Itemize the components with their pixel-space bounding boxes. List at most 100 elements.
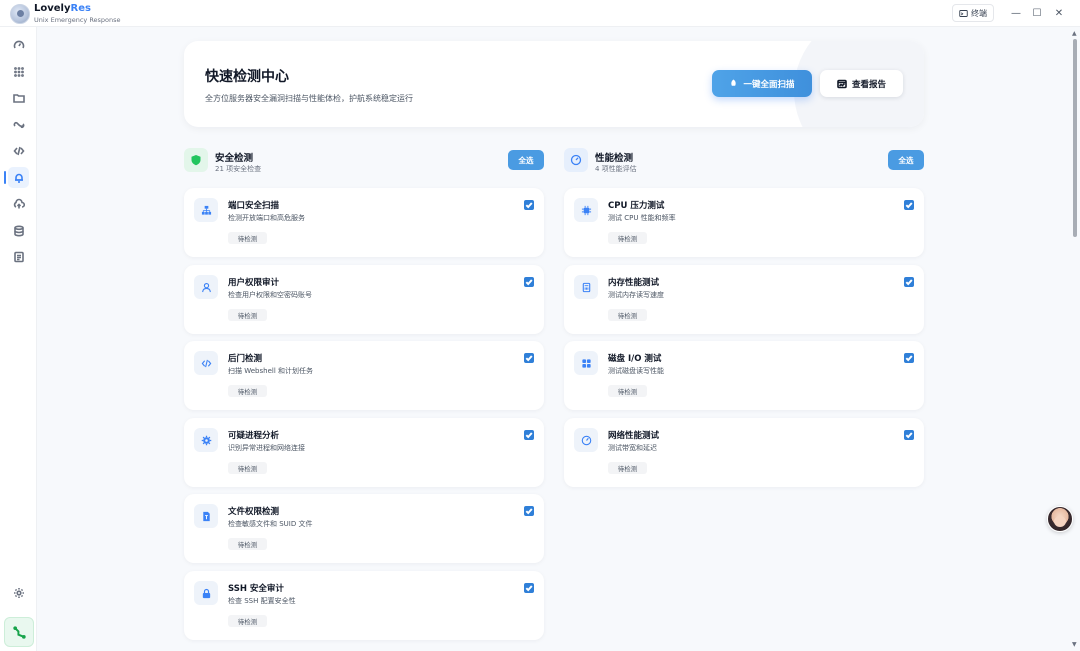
network-icon bbox=[194, 198, 218, 222]
app-name: LovelyRes bbox=[34, 3, 91, 14]
checkbox[interactable] bbox=[904, 200, 914, 210]
close-icon: ✕ bbox=[1054, 7, 1064, 19]
checkbox[interactable] bbox=[524, 506, 534, 516]
app-name-accent: Res bbox=[70, 3, 91, 14]
minimize-icon: — bbox=[1011, 7, 1021, 19]
card-title: 内存性能测试 bbox=[608, 278, 660, 288]
security-select-all-button[interactable]: 全选 bbox=[508, 150, 544, 170]
close-button[interactable]: ✕ bbox=[1052, 6, 1066, 20]
folder-icon[interactable] bbox=[8, 87, 29, 108]
terminal-icon bbox=[959, 9, 968, 17]
security-subtitle: 21 项安全检查 bbox=[215, 165, 262, 173]
card-title: 网络性能测试 bbox=[608, 431, 660, 441]
card-title: SSH 安全审计 bbox=[228, 584, 284, 594]
code-icon[interactable] bbox=[8, 140, 29, 161]
full-scan-label: 一键全面扫描 bbox=[743, 79, 795, 90]
terminal-label: 终端 bbox=[971, 8, 987, 18]
link-icon[interactable] bbox=[8, 114, 29, 135]
grid-icon[interactable] bbox=[8, 61, 29, 82]
assistant-avatar[interactable] bbox=[1047, 506, 1073, 532]
lock-icon bbox=[194, 581, 218, 605]
status-badge: 待检测 bbox=[608, 462, 647, 474]
status-badge: 待检测 bbox=[608, 309, 647, 321]
checkbox[interactable] bbox=[524, 200, 534, 210]
gauge-icon[interactable] bbox=[8, 34, 29, 55]
card-title: CPU 压力测试 bbox=[608, 201, 665, 211]
check-card-ssh-audit[interactable]: SSH 安全审计 检查 SSH 配置安全性 待检测 bbox=[184, 571, 544, 640]
settings-icon[interactable] bbox=[8, 582, 29, 603]
performance-section-header: 性能检测 4 项性能评估 全选 bbox=[564, 148, 924, 178]
check-card-backdoor[interactable]: 后门检测 扫描 Webshell 和计划任务 待检测 bbox=[184, 341, 544, 410]
status-badge: 待检测 bbox=[228, 615, 267, 627]
minimize-button[interactable]: — bbox=[1009, 6, 1023, 20]
card-title: 用户权限审计 bbox=[228, 278, 280, 288]
app-name-main: Lovely bbox=[34, 3, 71, 14]
document-icon[interactable] bbox=[8, 246, 29, 267]
shield-icon bbox=[184, 148, 208, 172]
status-badge: 待检测 bbox=[608, 232, 647, 244]
check-card-cpu[interactable]: CPU 压力测试 测试 CPU 性能和频率 待检测 bbox=[564, 188, 924, 257]
maximize-icon: ☐ bbox=[1032, 7, 1042, 19]
status-badge: 待检测 bbox=[228, 232, 267, 244]
route-icon[interactable] bbox=[4, 617, 34, 647]
check-card-process[interactable]: 可疑进程分析 识别异常进程和网络连接 待检测 bbox=[184, 418, 544, 487]
page-subtitle: 全方位服务器安全漏洞扫描与性能体检，护航系统稳定运行 bbox=[205, 94, 413, 103]
checkbox[interactable] bbox=[524, 583, 534, 593]
scroll-down-arrow[interactable]: ▼ bbox=[1072, 641, 1077, 648]
code-icon bbox=[194, 351, 218, 375]
disk-icon bbox=[574, 351, 598, 375]
card-description: 检查用户权限和空密码账号 bbox=[228, 291, 312, 299]
page-title: 快速检测中心 bbox=[205, 69, 289, 85]
card-title: 可疑进程分析 bbox=[228, 431, 280, 441]
status-badge: 待检测 bbox=[228, 462, 267, 474]
status-badge: 待检测 bbox=[228, 385, 267, 397]
check-card-memory[interactable]: 内存性能测试 测试内存读写速度 待检测 bbox=[564, 265, 924, 334]
card-description: 测试 CPU 性能和频率 bbox=[608, 214, 676, 222]
app-subtitle: Unix Emergency Response bbox=[34, 16, 121, 24]
card-title: 端口安全扫描 bbox=[228, 201, 280, 211]
checkbox[interactable] bbox=[904, 353, 914, 363]
rocket-icon bbox=[731, 79, 737, 88]
memory-icon bbox=[574, 275, 598, 299]
card-title: 文件权限检测 bbox=[228, 507, 280, 517]
report-icon bbox=[837, 79, 847, 88]
security-section-header: 安全检测 21 项安全检查 全选 bbox=[184, 148, 544, 178]
card-description: 检查 SSH 配置安全性 bbox=[228, 597, 296, 605]
card-description: 测试内存读写速度 bbox=[608, 291, 664, 299]
check-card-file-permission[interactable]: 文件权限检测 检查敏感文件和 SUID 文件 待检测 bbox=[184, 494, 544, 563]
scrollbar[interactable] bbox=[1071, 27, 1080, 651]
performance-select-all-button[interactable]: 全选 bbox=[888, 150, 924, 170]
speedometer-icon bbox=[564, 148, 588, 172]
view-report-button[interactable]: 查看报告 bbox=[820, 70, 903, 97]
hero-panel: 快速检测中心 全方位服务器安全漏洞扫描与性能体检，护航系统稳定运行 一键全面扫描… bbox=[184, 41, 924, 127]
checkbox[interactable] bbox=[524, 277, 534, 287]
bell-icon[interactable] bbox=[4, 167, 29, 188]
file-icon bbox=[194, 504, 218, 528]
gear-icon bbox=[194, 428, 218, 452]
full-scan-button[interactable]: 一键全面扫描 bbox=[712, 70, 812, 97]
terminal-button[interactable]: 终端 bbox=[952, 4, 994, 22]
checkbox[interactable] bbox=[904, 277, 914, 287]
checkbox[interactable] bbox=[524, 430, 534, 440]
maximize-button[interactable]: ☐ bbox=[1030, 6, 1044, 20]
database-icon[interactable] bbox=[8, 220, 29, 241]
check-card-disk[interactable]: 磁盘 I/O 测试 测试磁盘读写性能 待检测 bbox=[564, 341, 924, 410]
card-description: 检测开放端口和高危服务 bbox=[228, 214, 305, 222]
performance-title: 性能检测 bbox=[595, 153, 634, 164]
status-badge: 待检测 bbox=[228, 309, 267, 321]
view-report-label: 查看报告 bbox=[851, 79, 886, 90]
card-description: 扫描 Webshell 和计划任务 bbox=[228, 367, 313, 375]
compass-icon bbox=[574, 428, 598, 452]
check-card-user-audit[interactable]: 用户权限审计 检查用户权限和空密码账号 待检测 bbox=[184, 265, 544, 334]
card-description: 测试带宽和延迟 bbox=[608, 444, 657, 452]
check-card-port-scan[interactable]: 端口安全扫描 检测开放端口和高危服务 待检测 bbox=[184, 188, 544, 257]
scrollbar-thumb[interactable] bbox=[1073, 39, 1077, 237]
card-title: 磁盘 I/O 测试 bbox=[608, 354, 662, 364]
checkbox[interactable] bbox=[524, 353, 534, 363]
title-bar: LovelyRes Unix Emergency Response 终端 — ☐… bbox=[0, 0, 1080, 27]
cloud-upload-icon[interactable] bbox=[8, 193, 29, 214]
check-card-network[interactable]: 网络性能测试 测试带宽和延迟 待检测 bbox=[564, 418, 924, 487]
checkbox[interactable] bbox=[904, 430, 914, 440]
status-badge: 待检测 bbox=[228, 538, 267, 550]
performance-subtitle: 4 项性能评估 bbox=[595, 165, 637, 173]
